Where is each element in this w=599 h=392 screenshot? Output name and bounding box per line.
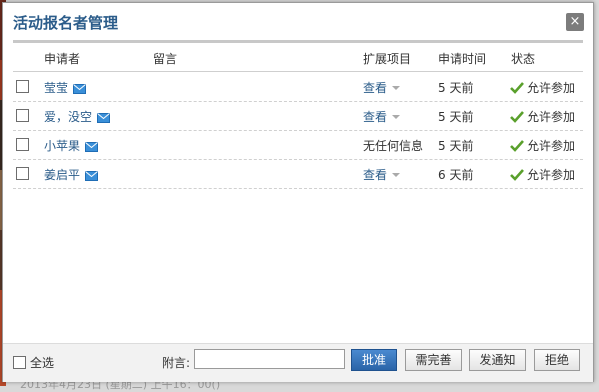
- table-row: 姜启平 查看 6 天前 允许参加: [13, 159, 583, 189]
- apply-time: 5 天前: [438, 81, 474, 95]
- note-input[interactable]: [194, 349, 345, 369]
- mail-icon[interactable]: [97, 112, 111, 126]
- mail-icon[interactable]: [85, 170, 99, 184]
- status-label: 允许参加: [510, 137, 575, 155]
- column-header-message: 留言: [153, 52, 178, 66]
- applicant-name-link[interactable]: 莹莹: [44, 79, 87, 97]
- row-checkbox[interactable]: [16, 80, 29, 93]
- close-icon: ×: [569, 14, 581, 29]
- applicant-name-link[interactable]: 姜启平: [44, 166, 99, 184]
- applicant-name-link[interactable]: 小苹果: [44, 137, 99, 155]
- registrant-management-dialog: 活动报名者管理 × 申请者 留言 扩展项目 申请时间 状态 莹莹 查看 5 天前…: [2, 2, 594, 382]
- chevron-down-icon: [392, 173, 401, 177]
- mail-icon[interactable]: [85, 141, 99, 155]
- apply-time: 6 天前: [438, 168, 474, 182]
- table-row: 小苹果 无任何信息 5 天前 允许参加: [13, 130, 583, 160]
- extension-info-text: 无任何信息: [363, 139, 424, 153]
- check-icon: [510, 111, 524, 126]
- table-row: 爱，没空 查看 5 天前 允许参加: [13, 101, 583, 131]
- send-notice-button[interactable]: 发通知: [469, 349, 526, 371]
- row-checkbox[interactable]: [16, 167, 29, 180]
- check-icon: [510, 82, 524, 97]
- select-all-checkbox[interactable]: 全选: [13, 354, 54, 371]
- applicant-name-link[interactable]: 爱，没空: [44, 108, 111, 126]
- select-all-label: 全选: [30, 356, 55, 370]
- dialog-title: 活动报名者管理: [13, 14, 119, 32]
- column-header-extension: 扩展项目: [363, 52, 412, 66]
- column-header-time: 申请时间: [438, 52, 487, 66]
- approve-button[interactable]: 批准: [351, 349, 397, 371]
- row-checkbox[interactable]: [16, 109, 29, 122]
- note-label: 附言:: [162, 356, 191, 370]
- status-label: 允许参加: [510, 108, 575, 126]
- need-complete-button[interactable]: 需完善: [405, 349, 462, 371]
- table-row: 莹莹 查看 5 天前 允许参加: [13, 72, 583, 102]
- apply-time: 5 天前: [438, 139, 474, 153]
- extension-view-link[interactable]: 查看: [363, 166, 401, 183]
- check-icon: [510, 140, 524, 155]
- chevron-down-icon: [392, 115, 401, 119]
- extension-view-link[interactable]: 查看: [363, 79, 401, 96]
- apply-time: 5 天前: [438, 110, 474, 124]
- check-icon: [510, 169, 524, 184]
- column-header-applicant: 申请者: [44, 52, 81, 66]
- status-label: 允许参加: [510, 166, 575, 184]
- dialog-footer: 全选 附言: 批准 需完善 发通知 拒绝: [3, 343, 593, 382]
- reject-button[interactable]: 拒绝: [534, 349, 580, 371]
- title-divider: [13, 40, 583, 43]
- extension-view-link[interactable]: 查看: [363, 108, 401, 125]
- column-header-status: 状态: [511, 52, 536, 66]
- row-checkbox[interactable]: [16, 138, 29, 151]
- status-label: 允许参加: [510, 79, 575, 97]
- select-all-box[interactable]: [13, 356, 26, 369]
- mail-icon[interactable]: [73, 83, 87, 97]
- chevron-down-icon: [392, 86, 401, 90]
- close-button[interactable]: ×: [566, 13, 584, 31]
